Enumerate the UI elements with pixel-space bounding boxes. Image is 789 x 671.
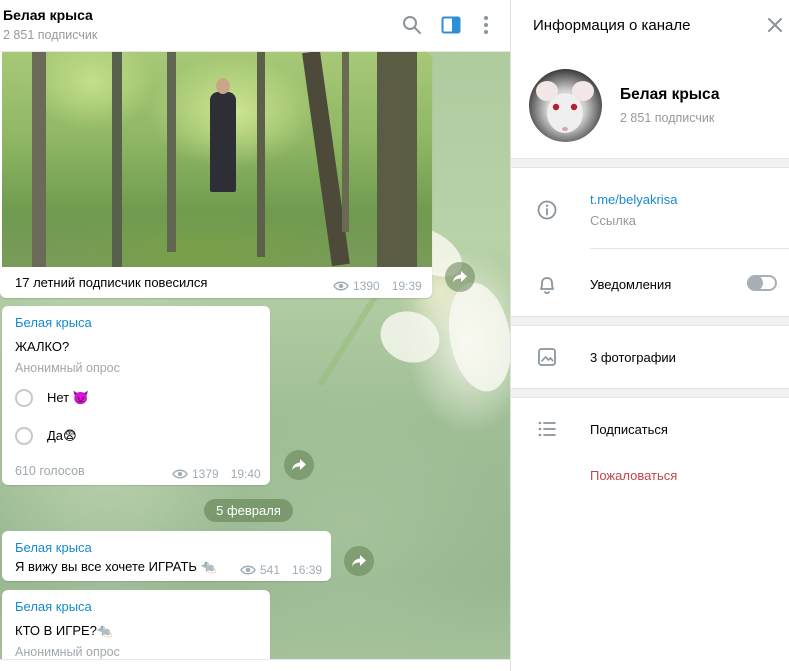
message-time: 16:39 bbox=[292, 563, 323, 577]
text-message: Белая крыса Я вижу вы все хочете ИГРАТЬ … bbox=[2, 531, 331, 581]
eye-icon bbox=[333, 281, 349, 291]
poll-votes: 610 голосов bbox=[15, 464, 85, 478]
poll-message: Белая крыса ЖАЛКО? Анонимный опрос Нет 👿… bbox=[2, 306, 270, 485]
photo-meta: 1390 19:39 bbox=[333, 279, 422, 293]
share-button[interactable] bbox=[445, 262, 475, 292]
more-vertical-icon bbox=[484, 16, 488, 34]
divider bbox=[511, 316, 789, 326]
search-button[interactable] bbox=[401, 14, 423, 36]
image-icon bbox=[536, 346, 558, 368]
list-icon bbox=[536, 418, 558, 440]
tree-trunk bbox=[342, 52, 349, 232]
notifications-toggle[interactable] bbox=[747, 275, 777, 291]
share-icon bbox=[292, 459, 306, 471]
poll-option[interactable]: Да😨 bbox=[15, 427, 77, 445]
share-icon bbox=[352, 555, 366, 567]
message-photo[interactable] bbox=[2, 52, 432, 267]
views-count: 541 bbox=[260, 563, 281, 577]
panel-title: Информация о канале bbox=[533, 17, 691, 34]
channel-subscribers: 2 851 подписчик bbox=[620, 111, 715, 125]
message-time: 19:40 bbox=[230, 467, 261, 481]
bell-icon bbox=[536, 274, 558, 296]
sidebar-toggle-icon bbox=[441, 16, 461, 34]
poll-meta: 1379 19:40 bbox=[172, 467, 261, 481]
eye-icon bbox=[172, 469, 188, 479]
tree-trunk bbox=[377, 52, 417, 267]
channel-avatar[interactable] bbox=[529, 69, 602, 142]
composer-bar bbox=[0, 659, 510, 671]
chat-header: Белая крыса 2 851 подписчик bbox=[0, 0, 510, 52]
message-time: 19:39 bbox=[391, 279, 422, 293]
info-icon bbox=[536, 199, 558, 221]
divider bbox=[590, 248, 789, 249]
poll-option[interactable]: Нет 👿 bbox=[15, 389, 89, 407]
message-meta: 541 16:39 bbox=[240, 563, 322, 577]
photo-caption: 17 летний подписчик повесился bbox=[15, 275, 208, 290]
toggle-knob bbox=[747, 275, 763, 291]
poll-radio[interactable] bbox=[15, 427, 33, 445]
channel-link[interactable]: t.me/belyakrisa bbox=[590, 192, 677, 207]
poll-type: Анонимный опрос bbox=[15, 361, 120, 375]
photos-link[interactable]: 3 фотографии bbox=[590, 350, 676, 365]
tree-trunk bbox=[167, 52, 176, 252]
poll-question: ЖАЛКО? bbox=[15, 339, 70, 354]
share-icon bbox=[453, 271, 467, 283]
channel-link-label: Ссылка bbox=[590, 213, 637, 228]
search-icon bbox=[403, 16, 421, 34]
notifications-label: Уведомления bbox=[590, 277, 672, 292]
poll-question: КТО В ИГРЕ?🐀 bbox=[15, 623, 114, 638]
person-figure bbox=[210, 92, 236, 192]
views-count: 1379 bbox=[192, 467, 219, 481]
toggle-sidebar-button[interactable] bbox=[440, 14, 462, 36]
message-sender[interactable]: Белая крыса bbox=[15, 315, 92, 330]
poll-type: Анонимный опрос bbox=[15, 645, 120, 659]
photo-message[interactable]: 17 летний подписчик повесился 1390 19:39 bbox=[0, 52, 432, 298]
rat-avatar-icon bbox=[536, 81, 594, 133]
views-count: 1390 bbox=[353, 279, 380, 293]
message-text: Я вижу вы все хочете ИГРАТЬ 🐀 bbox=[15, 559, 217, 574]
date-separator: 5 февраля bbox=[204, 499, 293, 522]
wallpaper-petal bbox=[373, 303, 447, 371]
message-sender[interactable]: Белая крыса bbox=[15, 599, 92, 614]
channel-name: Белая крыса bbox=[620, 86, 720, 103]
divider bbox=[511, 388, 789, 398]
poll-option-label: Да😨 bbox=[47, 428, 77, 443]
tree-trunk bbox=[32, 52, 46, 267]
share-button[interactable] bbox=[344, 546, 374, 576]
subscribe-button[interactable]: Подписаться bbox=[590, 422, 668, 437]
chat-subscribers: 2 851 подписчик bbox=[3, 28, 98, 42]
channel-info-panel: Информация о канале Белая крыса 2 851 по… bbox=[510, 0, 789, 671]
person-head bbox=[216, 78, 230, 94]
wallpaper-petal bbox=[440, 277, 510, 397]
tree-trunk bbox=[112, 52, 122, 267]
chat-area: Белая крыса 2 851 подписчик 17 летний по… bbox=[0, 0, 510, 671]
close-icon bbox=[768, 18, 782, 32]
message-sender[interactable]: Белая крыса bbox=[15, 540, 92, 555]
report-button[interactable]: Пожаловаться bbox=[590, 468, 677, 483]
poll-option-label: Нет 👿 bbox=[47, 390, 89, 405]
close-panel-button[interactable] bbox=[765, 15, 785, 35]
eye-icon bbox=[240, 565, 256, 575]
poll-radio[interactable] bbox=[15, 389, 33, 407]
tree-trunk bbox=[257, 52, 265, 257]
divider bbox=[511, 158, 789, 168]
share-button[interactable] bbox=[284, 450, 314, 480]
chat-title[interactable]: Белая крыса bbox=[3, 7, 93, 23]
more-button[interactable] bbox=[475, 14, 497, 36]
